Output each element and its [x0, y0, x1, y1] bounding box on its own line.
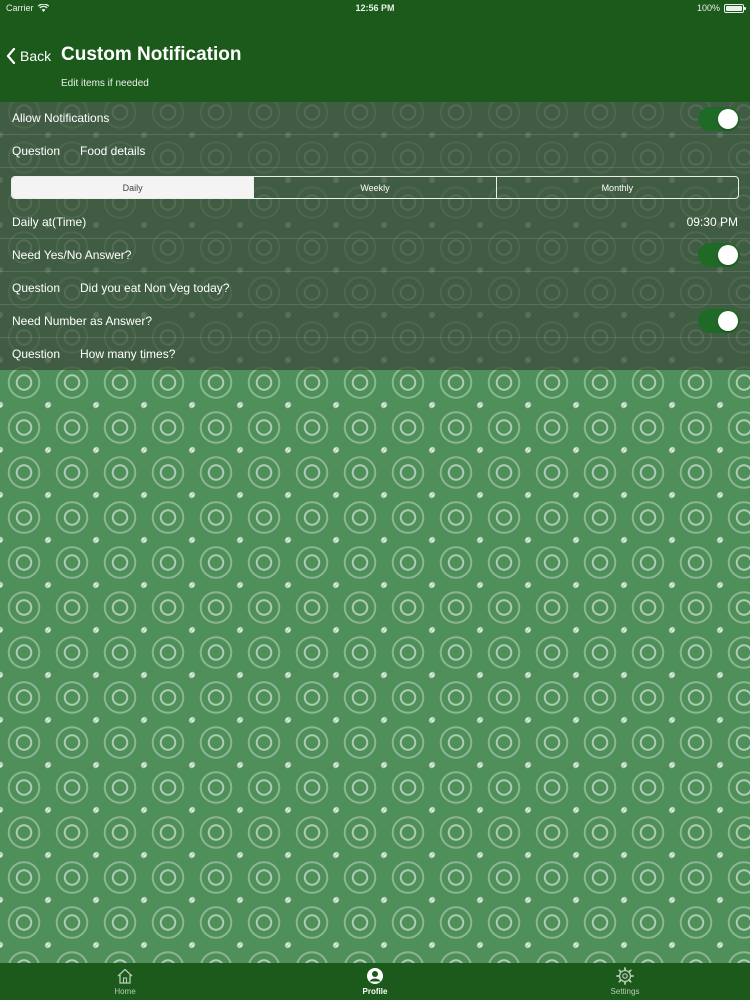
tab-bar: Home Profile Settings	[0, 963, 750, 1000]
tab-settings-label: Settings	[610, 987, 640, 996]
status-battery: 100%	[696, 3, 746, 13]
notification-settings-panel: Allow Notifications Question Food detail…	[0, 102, 750, 370]
daily-time-value[interactable]: 09:30 PM	[687, 215, 738, 229]
chevron-left-icon	[6, 48, 16, 64]
question-1-input[interactable]: Food details	[80, 144, 145, 158]
question-row-3: Question How many times?	[0, 338, 750, 370]
home-icon	[117, 968, 133, 984]
battery-percent: 100%	[696, 3, 720, 13]
question-label: Question	[12, 281, 61, 295]
need-yes-no-row: Need Yes/No Answer?	[0, 239, 750, 272]
question-row-2: Question Did you eat Non Veg today?	[0, 272, 750, 305]
segment-weekly[interactable]: Weekly	[253, 177, 495, 198]
need-number-toggle[interactable]	[698, 309, 740, 333]
need-number-label: Need Number as Answer?	[12, 314, 153, 328]
question-row-1: Question Food details	[0, 135, 750, 168]
status-bar: Carrier 12:56 PM 100%	[0, 0, 750, 16]
segment-daily[interactable]: Daily	[12, 177, 254, 198]
status-time: 12:56 PM	[355, 3, 395, 13]
tab-profile-label: Profile	[362, 987, 388, 996]
profile-icon	[367, 968, 383, 984]
need-number-row: Need Number as Answer?	[0, 305, 750, 338]
allow-notifications-row: Allow Notifications	[0, 102, 750, 135]
page-title: Custom Notification	[61, 44, 242, 65]
tab-home-label: Home	[114, 987, 136, 996]
page-subtitle: Edit items if needed	[61, 78, 149, 89]
back-button[interactable]: Back	[6, 48, 51, 64]
tab-home[interactable]: Home	[0, 963, 250, 1000]
allow-notifications-label: Allow Notifications	[12, 111, 110, 125]
tab-settings[interactable]: Settings	[500, 963, 750, 1000]
daily-time-label: Daily at(Time)	[12, 215, 87, 229]
segment-monthly[interactable]: Monthly	[495, 177, 738, 198]
gear-icon	[616, 967, 634, 985]
daily-time-row[interactable]: Daily at(Time) 09:30 PM	[0, 206, 750, 239]
back-label: Back	[20, 48, 52, 64]
frequency-segmented-control: Daily Weekly Monthly	[11, 176, 739, 199]
question-label: Question	[12, 144, 61, 158]
battery-icon	[724, 3, 746, 13]
need-yes-no-toggle[interactable]	[698, 243, 740, 267]
allow-notifications-toggle[interactable]	[698, 107, 740, 131]
tab-profile[interactable]: Profile	[250, 963, 500, 1000]
question-3-input[interactable]: How many times?	[80, 347, 175, 361]
navigation-header: Carrier 12:56 PM 100% Back Custom Notifi…	[0, 0, 750, 102]
question-2-input[interactable]: Did you eat Non Veg today?	[80, 281, 229, 295]
need-yes-no-label: Need Yes/No Answer?	[12, 248, 132, 262]
question-label: Question	[12, 347, 61, 361]
